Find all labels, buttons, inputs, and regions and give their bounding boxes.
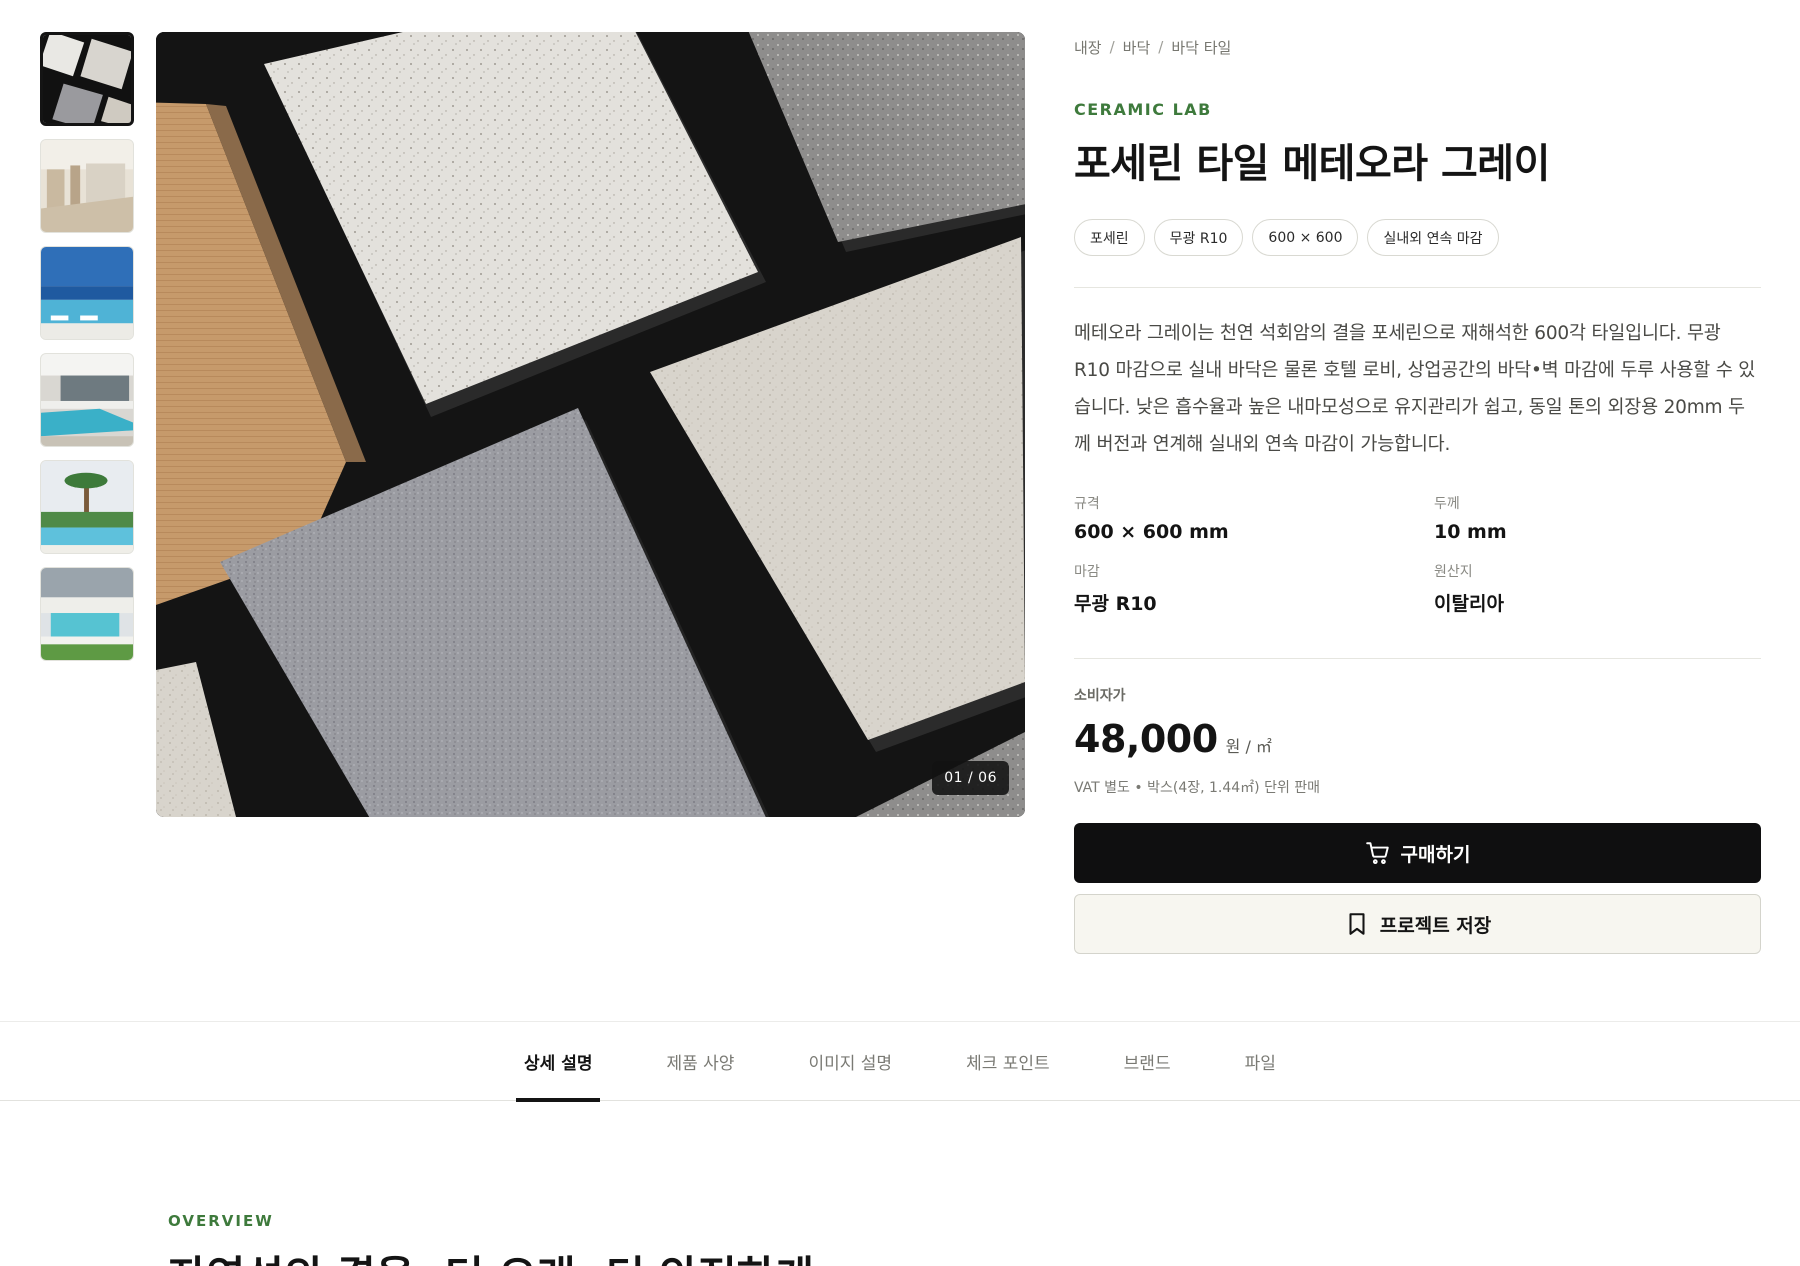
tag-chip: 무광 R10 (1153, 219, 1244, 256)
detail-tabs: 상세 설명 제품 사양 이미지 설명 체크 포인트 브랜드 파일 (516, 1022, 1342, 1102)
save-project-button[interactable]: 프로젝트 저장 (1074, 894, 1761, 954)
thumbnail-seaside-pool[interactable] (40, 246, 134, 340)
spec-label: 원산지 (1434, 564, 1473, 580)
price-row: 48,000 원 / ㎡ (1074, 717, 1761, 761)
overview-label: OVERVIEW (168, 1212, 274, 1230)
cart-icon (1365, 842, 1389, 865)
thumbnail-list (40, 32, 134, 674)
spec-label: 규격 (1074, 496, 1100, 512)
tag-chip: 포세린 (1074, 219, 1145, 256)
thumbnail-villa-pool[interactable] (40, 353, 134, 447)
main-product-image[interactable]: 01 / 06 (156, 32, 1025, 817)
spec-value: 600 × 600 mm (1074, 521, 1229, 543)
buy-button-label: 구매하기 (1400, 843, 1471, 866)
product-description: 메테오라 그레이는 천연 석회암의 결을 포세린으로 재해석한 600각 타일입… (1074, 323, 1756, 455)
product-info: 내장 / 바닥 / 바닥 타일 CERAMIC LAB 포세린 타일 메테오라 … (1074, 32, 1761, 954)
tab-brand[interactable]: 브랜드 (1116, 1022, 1179, 1101)
thumbnail-hotel-lobby[interactable] (40, 139, 134, 233)
spec-value: 무광 R10 (1074, 593, 1157, 615)
tile-samples-thumbnail-icon (43, 35, 131, 123)
spec-grid: 규격 600 × 600 mm 두께 10 mm 마감 무광 R10 원산지 이… (1074, 493, 1761, 616)
spec-finish: 마감 무광 R10 (1074, 561, 1434, 616)
seaside-pool-thumbnail-icon (41, 247, 133, 339)
breadcrumb-separator: / (1109, 38, 1115, 56)
spec-label: 마감 (1074, 564, 1100, 580)
tab-files[interactable]: 파일 (1237, 1022, 1284, 1101)
product-tags: 포세린 무광 R10 600 × 600 실내외 연속 마감 (1074, 219, 1761, 256)
hotel-lobby-thumbnail-icon (41, 140, 133, 232)
tile-samples-photo (156, 32, 1025, 817)
product-title: 포세린 타일 메테오라 그레이 (1074, 141, 1550, 187)
tab-details[interactable]: 상세 설명 (516, 1022, 601, 1102)
price-unit: 원 / ㎡ (1225, 737, 1272, 756)
tag-chip: 실내외 연속 마감 (1367, 219, 1499, 256)
overview-heading: 자연석의 결을, 더 오래, 더 안전하게 (168, 1243, 814, 1266)
breadcrumb-item-floor-tile[interactable]: 바닥 타일 (1171, 37, 1231, 58)
spec-label: 두께 (1434, 496, 1460, 512)
thumbnail-garden-pool[interactable] (40, 567, 134, 661)
tab-check-points[interactable]: 체크 포인트 (958, 1022, 1058, 1101)
tab-image-description[interactable]: 이미지 설명 (800, 1022, 900, 1101)
breadcrumb: 내장 / 바닥 / 바닥 타일 (1074, 32, 1761, 62)
breadcrumb-item-interior[interactable]: 내장 (1074, 37, 1102, 58)
tab-specifications[interactable]: 제품 사양 (658, 1022, 742, 1101)
breadcrumb-separator: / (1158, 38, 1164, 56)
spec-value: 10 mm (1434, 521, 1507, 543)
divider (1074, 658, 1761, 659)
buy-button[interactable]: 구매하기 (1074, 823, 1761, 883)
spec-value: 이탈리아 (1434, 593, 1504, 615)
garden-pool-thumbnail-icon (41, 568, 133, 660)
vat-note: VAT 별도 • 박스(4장, 1.44㎡) 단위 판매 (1074, 780, 1321, 796)
detail-tabs-bar: 상세 설명 제품 사양 이미지 설명 체크 포인트 브랜드 파일 (0, 1021, 1800, 1102)
thumbnail-tile-samples[interactable] (40, 32, 134, 126)
spec-origin: 원산지 이탈리아 (1434, 561, 1761, 616)
spec-thickness: 두께 10 mm (1434, 493, 1761, 543)
breadcrumb-item-floor[interactable]: 바닥 (1123, 37, 1151, 58)
villa-pool-thumbnail-icon (41, 354, 133, 446)
divider (1074, 287, 1761, 288)
tag-chip: 600 × 600 (1252, 219, 1359, 256)
price-label: 소비자가 (1074, 688, 1126, 704)
spec-size: 규격 600 × 600 mm (1074, 493, 1434, 543)
brand-name[interactable]: CERAMIC LAB (1074, 100, 1761, 119)
price-value: 48,000 (1074, 717, 1218, 761)
bookmark-icon (1349, 913, 1365, 935)
palm-pool-thumbnail-icon (41, 461, 133, 553)
image-counter: 01 / 06 (932, 761, 1009, 795)
save-project-button-label: 프로젝트 저장 (1379, 914, 1492, 937)
thumbnail-palm-pool[interactable] (40, 460, 134, 554)
